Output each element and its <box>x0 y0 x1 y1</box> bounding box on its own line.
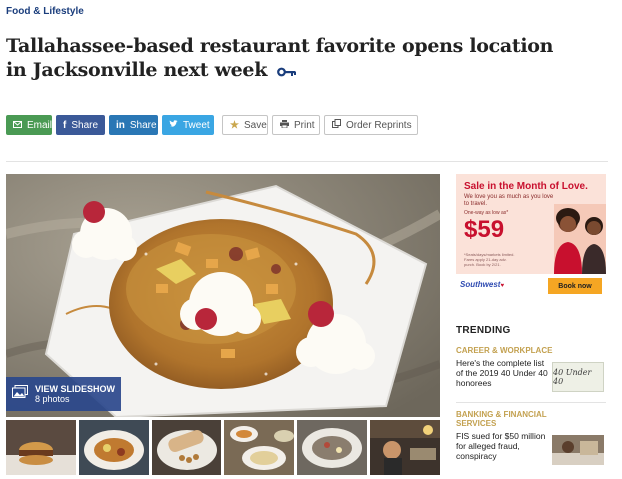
hero-image[interactable]: VIEW SLIDESHOW 8 photos <box>6 174 440 417</box>
trending-thumbnail[interactable]: 40 Under 40 <box>552 362 604 392</box>
thumbnail-dish[interactable] <box>297 420 368 475</box>
thumbnail-bowls[interactable] <box>224 420 295 475</box>
copy-icon <box>332 119 341 131</box>
print-button[interactable]: Print <box>272 115 320 135</box>
envelope-icon <box>13 120 22 131</box>
share-toolbar: Email f Share in Share Tweet ★ Save Prin… <box>6 115 418 135</box>
order-reprints-button[interactable]: Order Reprints <box>324 115 418 135</box>
reprints-label: Order Reprints <box>346 119 412 131</box>
facebook-label: Share <box>71 119 99 131</box>
ad-subtitle: We love you as much as you love to trave… <box>464 194 554 207</box>
trending-heading: TRENDING <box>456 325 511 336</box>
slideshow-thumbnails <box>6 420 440 475</box>
trending-thumb-image <box>552 435 604 465</box>
save-button[interactable]: ★ Save <box>222 115 268 135</box>
email-button[interactable]: Email <box>6 115 52 135</box>
trending-thumbnail[interactable] <box>552 435 604 465</box>
star-icon: ★ <box>230 119 239 131</box>
book-now-button[interactable]: Book now <box>548 278 602 294</box>
linkedin-share-button[interactable]: in Share <box>109 115 158 135</box>
printer-icon <box>280 119 289 131</box>
southwest-ad[interactable]: Sale in the Month of Love. We love you a… <box>456 174 606 298</box>
slideshow-count: 8 photos <box>35 394 70 404</box>
thumbnail-wrap[interactable] <box>151 420 222 475</box>
thumbnail-kitchen[interactable] <box>370 420 440 475</box>
save-label: Save <box>243 119 267 131</box>
header-divider <box>6 161 608 162</box>
trending-item[interactable]: CAREER & WORKPLACE Here's the complete l… <box>456 346 606 392</box>
article-headline: Tallahassee-based restaurant favorite op… <box>6 34 566 83</box>
trending-category[interactable]: CAREER & WORKPLACE <box>456 346 606 355</box>
trending-item[interactable]: BANKING & FINANCIAL SERVICES FIS sued fo… <box>456 410 606 465</box>
trending-title[interactable]: Here's the complete list of the 2019 40 … <box>456 358 548 388</box>
tweet-button[interactable]: Tweet <box>162 115 214 135</box>
print-label: Print <box>294 119 315 131</box>
email-label: Email <box>27 119 53 131</box>
trending-category[interactable]: BANKING & FINANCIAL SERVICES <box>456 410 566 428</box>
section-link[interactable]: Food & Lifestyle <box>6 6 84 17</box>
thumbnail-burger[interactable] <box>6 420 76 475</box>
facebook-icon: f <box>63 119 67 131</box>
slideshow-icon <box>12 385 28 403</box>
view-slideshow-button[interactable]: VIEW SLIDESHOW 8 photos <box>6 377 121 411</box>
tweet-label: Tweet <box>183 119 210 131</box>
ad-footer: Southwest♥ Book now <box>456 274 606 298</box>
trending-thumb-text: 40 Under 40 <box>553 368 592 386</box>
key-icon <box>277 59 297 83</box>
twitter-icon <box>169 119 178 131</box>
facebook-share-button[interactable]: f Share <box>56 115 105 135</box>
ad-title: Sale in the Month of Love. <box>464 181 588 192</box>
ad-brand-logo: Southwest♥ <box>460 280 504 289</box>
linkedin-icon: in <box>116 119 125 131</box>
ad-price: $59 <box>464 216 505 243</box>
trending-title[interactable]: FIS sued for $50 million for alleged fra… <box>456 431 548 461</box>
thumbnail-plate[interactable] <box>78 420 149 475</box>
linkedin-label: Share <box>129 119 157 131</box>
ad-fine-print: *Seats/days/markets limited. Fares apply… <box>464 252 515 267</box>
trending-divider <box>456 402 606 403</box>
ad-brand-text: Southwest <box>460 280 501 289</box>
slideshow-label: VIEW SLIDESHOW <box>35 384 116 394</box>
heart-icon: ♥ <box>500 283 505 289</box>
